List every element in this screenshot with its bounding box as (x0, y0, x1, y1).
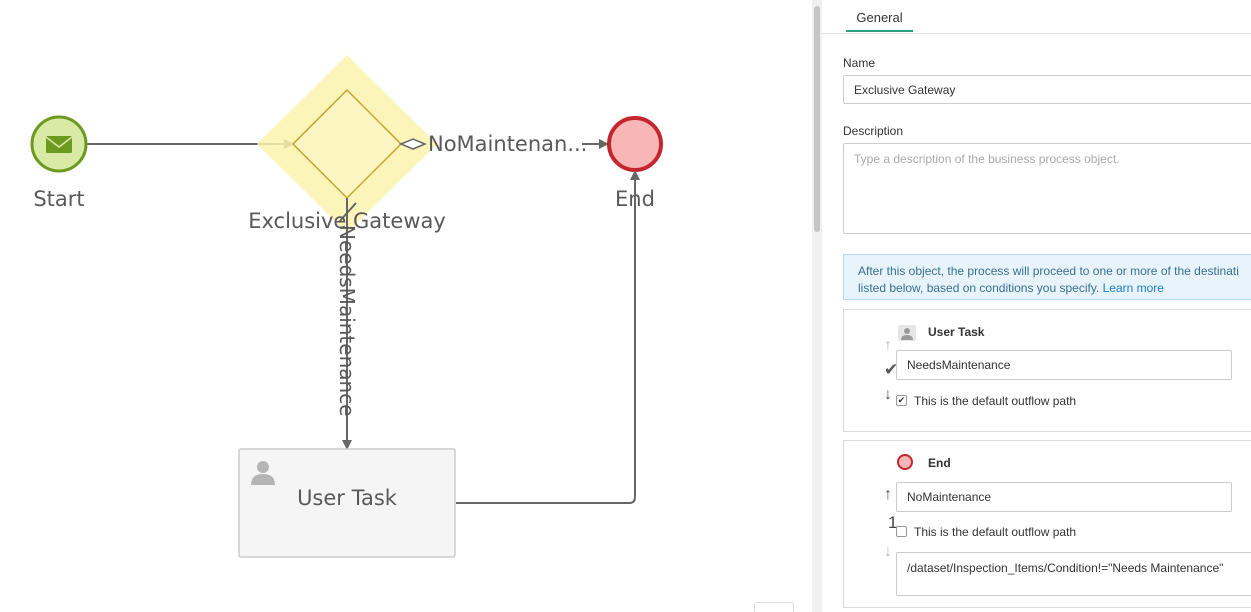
default-outflow-checkbox[interactable] (896, 526, 907, 537)
outflow-target-title: End (928, 456, 951, 470)
info-message: After this object, the process will proc… (843, 254, 1251, 300)
flow-no-maintenance-label: NoMaintenan... (428, 132, 587, 156)
info-text-line1: After this object, the process will proc… (858, 264, 1239, 278)
default-outflow-checkbox[interactable]: ✔ (896, 395, 907, 406)
outflow-name-input[interactable]: NoMaintenance (896, 482, 1232, 512)
process-canvas[interactable]: NoMaintenan... Start End Exclusive Gatew… (0, 0, 812, 612)
canvas-corner-button[interactable] (754, 602, 794, 612)
scrollbar-thumb[interactable] (814, 6, 820, 232)
learn-more-link[interactable]: Learn more (1103, 281, 1164, 295)
tab-general[interactable]: General (846, 0, 913, 32)
user-task-label: User Task (297, 486, 398, 510)
canvas-scrollbar[interactable] (812, 0, 822, 612)
name-input[interactable]: Exclusive Gateway (843, 75, 1251, 104)
tab-bar: General (822, 0, 1251, 34)
properties-panel: General Name Exclusive Gateway Descripti… (822, 0, 1251, 612)
process-diagram: NoMaintenan... Start End Exclusive Gatew… (30, 55, 663, 558)
envelope-icon (45, 136, 73, 153)
move-up-arrow-up-icon[interactable]: ↑ (884, 487, 892, 503)
description-textarea[interactable]: Type a description of the business proce… (843, 143, 1251, 234)
flow-needs-maintenance-label: NeedsMaintenance (335, 225, 359, 416)
outflow-card-end: End ↑ 1 ↓ NoMaintenance This is the defa… (843, 440, 1251, 608)
description-label: Description (843, 124, 904, 138)
name-label: Name (843, 56, 876, 70)
user-icon (898, 325, 916, 341)
condition-expression-input[interactable]: /dataset/Inspection_Items/Condition!="Ne… (896, 552, 1251, 596)
flow-user-task-to-end[interactable] (456, 170, 640, 504)
move-down-arrow-down-icon[interactable]: ↓ (884, 387, 892, 403)
outflow-target-title: User Task (928, 325, 985, 339)
end-event-icon (897, 454, 913, 470)
info-text-line2: listed below, based on conditions you sp… (858, 281, 1100, 295)
end-event[interactable] (607, 116, 663, 172)
outflow-card-user-task: User Task ↑ ✔ ↓ NeedsMaintenance ✔ This … (843, 309, 1251, 432)
default-outflow-label: This is the default outflow path (914, 525, 1077, 539)
outflow-name-input[interactable]: NeedsMaintenance (896, 350, 1232, 380)
start-label: Start (33, 187, 84, 211)
move-down-arrow-down-icon[interactable]: ↓ (884, 544, 892, 560)
default-outflow-label: This is the default outflow path (914, 394, 1077, 408)
move-up-arrow-up-icon[interactable]: ↑ (884, 338, 892, 354)
